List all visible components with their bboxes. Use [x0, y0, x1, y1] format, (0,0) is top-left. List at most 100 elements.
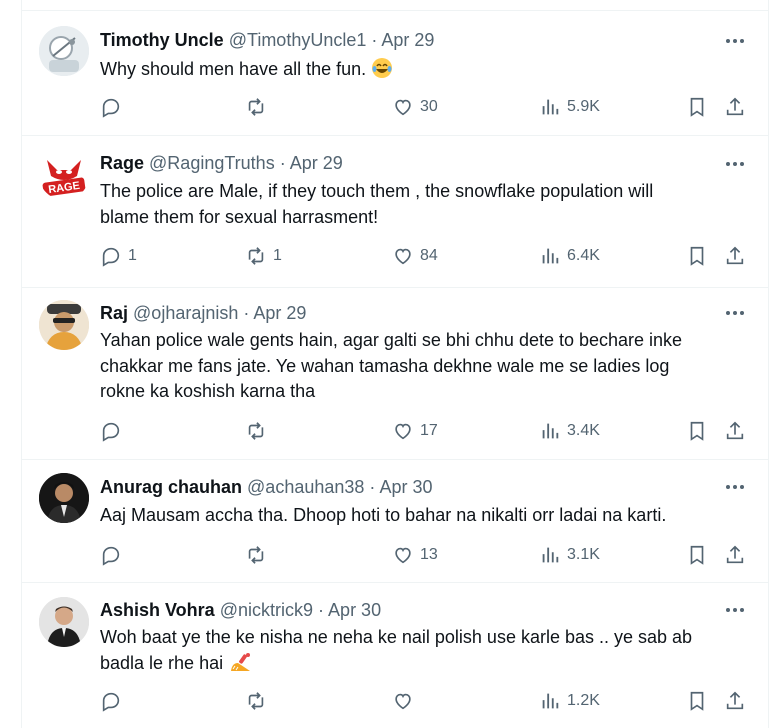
like-button[interactable]: 30	[392, 94, 438, 120]
handle[interactable]: @RagingTruths	[149, 153, 275, 173]
nail-polish-emoji-icon	[231, 652, 251, 671]
views-button[interactable]: 3.4K	[539, 418, 600, 444]
views-icon	[542, 423, 559, 439]
heart-icon	[395, 547, 411, 564]
separator: ·	[243, 303, 250, 323]
reply-button[interactable]	[100, 542, 128, 568]
view-count: 6.4K	[567, 247, 600, 264]
retweet-icon	[248, 247, 264, 265]
display-name[interactable]: Anurag chauhan	[100, 477, 242, 497]
more-options-button[interactable]	[724, 600, 746, 620]
tweet[interactable]: Anurag chauhan @achauhan38 · Apr 30 Aaj …	[22, 460, 768, 583]
more-options-button[interactable]	[724, 477, 746, 497]
handle[interactable]: @ojharajnish	[133, 303, 238, 323]
like-count: 84	[420, 247, 438, 264]
tweet-text-line: Yahan police wale gents hain, agar galti…	[100, 330, 683, 350]
view-count: 3.1K	[567, 546, 600, 563]
more-icon	[726, 162, 744, 166]
avatar-image	[39, 300, 89, 350]
display-name[interactable]: Ashish Vohra	[100, 600, 215, 620]
more-icon	[726, 608, 744, 612]
reply-icon	[102, 98, 120, 118]
like-count: 30	[420, 98, 438, 115]
tweet[interactable]: Ashish Vohra @nicktrick9 · Apr 30 Woh ba…	[22, 583, 768, 728]
handle[interactable]: @TimothyUncle1	[229, 30, 367, 50]
timestamp[interactable]: Apr 29	[290, 153, 343, 173]
retweet-button[interactable]	[245, 688, 273, 714]
separator: ·	[369, 477, 376, 497]
avatar[interactable]	[39, 597, 89, 647]
display-name[interactable]: Raj	[100, 303, 128, 323]
tweet-text: Why should men have all the fun.	[100, 57, 740, 83]
bookmark-button[interactable]	[686, 243, 708, 269]
share-button[interactable]	[724, 243, 746, 269]
display-name[interactable]: Timothy Uncle	[100, 30, 224, 50]
more-icon	[726, 311, 744, 315]
share-icon	[726, 421, 744, 440]
tweet-text: Yahan police wale gents hain, agar galti…	[100, 328, 740, 405]
tweet-text-line: rokne ka koshish karna tha	[100, 381, 316, 401]
heart-icon	[395, 248, 411, 265]
bookmark-button[interactable]	[686, 418, 708, 444]
like-count: 17	[420, 422, 438, 439]
views-button[interactable]: 5.9K	[539, 94, 600, 120]
more-icon	[726, 485, 744, 489]
timestamp[interactable]: Apr 30	[379, 477, 432, 497]
retweet-button[interactable]	[245, 542, 273, 568]
reply-button[interactable]	[100, 418, 128, 444]
share-button[interactable]	[724, 94, 746, 120]
tweet-header: Timothy Uncle @TimothyUncle1 · Apr 29	[100, 29, 434, 51]
retweet-button[interactable]: 1	[245, 243, 282, 269]
tweet-text: The police are Male, if they touch them …	[100, 179, 740, 230]
views-button[interactable]: 3.1K	[539, 542, 600, 568]
view-count: 5.9K	[567, 98, 600, 115]
avatar-image: RAGE	[39, 150, 89, 200]
avatar[interactable]	[39, 300, 89, 350]
tweet-header: Rage @RagingTruths · Apr 29	[100, 152, 343, 174]
reply-icon	[102, 546, 120, 566]
display-name[interactable]: Rage	[100, 153, 144, 173]
more-options-button[interactable]	[724, 303, 746, 323]
retweet-button[interactable]	[245, 418, 273, 444]
heart-icon	[395, 99, 411, 116]
retweet-button[interactable]	[245, 94, 273, 120]
reply-button[interactable]	[100, 94, 128, 120]
like-button[interactable]: 17	[392, 418, 438, 444]
more-options-button[interactable]	[724, 154, 746, 174]
views-icon	[542, 547, 559, 563]
share-button[interactable]	[724, 542, 746, 568]
tweet-text: Aaj Mausam accha tha. Dhoop hoti to baha…	[100, 503, 740, 529]
like-button[interactable]: 13	[392, 542, 438, 568]
reply-count: 1	[128, 247, 137, 264]
timestamp[interactable]: Apr 30	[328, 600, 381, 620]
timestamp[interactable]: Apr 29	[253, 303, 306, 323]
reply-button[interactable]	[100, 688, 128, 714]
laughing-emoji-icon	[372, 58, 393, 78]
handle[interactable]: @achauhan38	[247, 477, 364, 497]
avatar[interactable]	[39, 473, 89, 523]
bookmark-button[interactable]	[686, 94, 708, 120]
avatar[interactable]: RAGE	[39, 150, 89, 200]
bookmark-button[interactable]	[686, 688, 708, 714]
reply-button[interactable]: 1	[100, 243, 137, 269]
tweet[interactable]: Raj @ojharajnish · Apr 29 Yahan police w…	[22, 288, 768, 460]
tweet-header: Anurag chauhan @achauhan38 · Apr 30	[100, 476, 432, 498]
view-count: 1.2K	[567, 692, 600, 709]
more-options-button[interactable]	[724, 31, 746, 51]
views-button[interactable]: 6.4K	[539, 243, 600, 269]
share-button[interactable]	[724, 688, 746, 714]
tweet[interactable]: RAGE Rage @RagingTruths · Apr 29 The pol…	[22, 136, 768, 288]
bookmark-icon	[690, 545, 704, 565]
like-button[interactable]	[392, 688, 420, 714]
tweet-text-line: blame them for sexual harrasment!	[100, 206, 379, 227]
share-button[interactable]	[724, 418, 746, 444]
bookmark-icon	[690, 97, 704, 117]
tweet[interactable]: Timothy Uncle @TimothyUncle1 · Apr 29 Wh…	[22, 11, 768, 136]
avatar[interactable]	[39, 26, 89, 76]
timestamp[interactable]: Apr 29	[381, 30, 434, 50]
bookmark-button[interactable]	[686, 542, 708, 568]
views-button[interactable]: 1.2K	[539, 688, 600, 714]
handle[interactable]: @nicktrick9	[220, 600, 313, 620]
tweet-header: Raj @ojharajnish · Apr 29	[100, 302, 306, 324]
like-button[interactable]: 84	[392, 243, 438, 269]
